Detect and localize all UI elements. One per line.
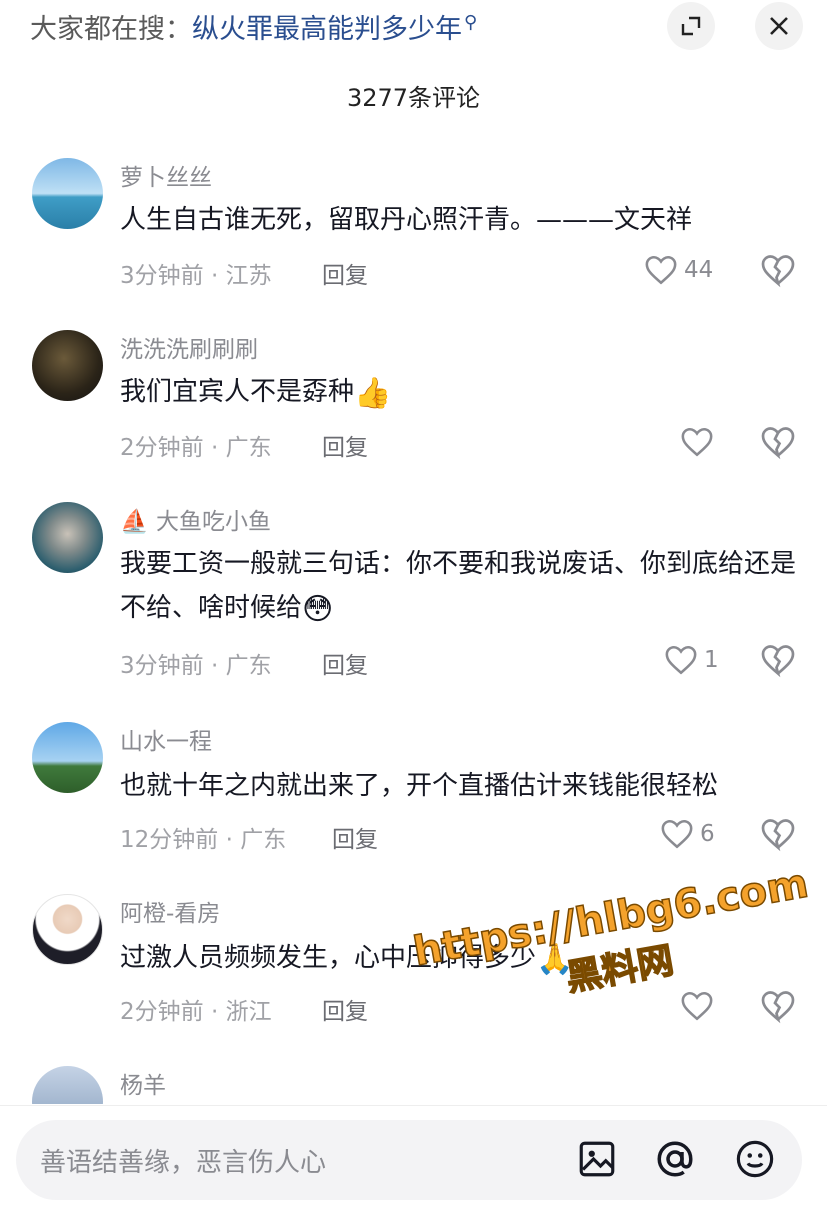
like-button[interactable] [680,424,714,460]
comment-username-text: 大鱼吃小鱼 [155,509,271,535]
comment-text: 也就十年之内就出来了，开个直播估计来钱能很轻松 [120,771,719,801]
comment-username[interactable]: 萝卜丝丝 [120,158,212,192]
comment-username[interactable]: 洗洗洗刷刷刷 [120,330,258,364]
comment-location: 江苏 [225,263,272,289]
comment-text-content: 我们宜宾人不是孬种 [120,377,355,407]
comment-username[interactable]: ⛵ 大鱼吃小鱼 [120,502,271,536]
heart-icon [661,819,693,849]
comment-text: 我们宜宾人不是孬种👍 [120,370,800,416]
avatar[interactable] [32,502,103,573]
comment-time: 12分钟前 [120,827,219,853]
avatar[interactable] [32,722,103,793]
comment-text: 人生自古谁无死，留取丹心照汗青。———文天祥 [120,205,693,235]
comment-time: 3分钟前 [120,263,204,289]
input-divider [0,1105,827,1106]
expand-button[interactable] [667,2,715,50]
broken-heart-icon[interactable] [760,252,796,288]
comment-meta: 2分钟前 · 广东 [120,435,272,461]
comment-meta: 3分钟前 · 江苏 [120,263,272,289]
reply-button[interactable]: 回复 [322,256,368,290]
heart-icon [681,427,713,457]
heart-icon [645,255,677,285]
sailboat-badge: ⛵ [120,509,149,535]
comment-time: 2分钟前 [120,999,204,1025]
comment-input-placeholder[interactable]: 善语结善缘，恶言伤人心 [40,1142,326,1179]
broken-heart-icon[interactable] [760,642,796,678]
like-button[interactable]: 6 [660,816,715,852]
broken-heart-icon[interactable] [760,816,796,852]
like-count: 44 [684,257,714,283]
expand-icon [681,16,701,36]
reply-button[interactable]: 回复 [322,428,368,462]
comment-meta: 2分钟前 · 浙江 [120,999,272,1025]
reply-button[interactable]: 回复 [332,820,378,854]
avatar[interactable] [32,158,103,229]
reply-button[interactable]: 回复 [322,992,368,1026]
comment-count-title: 3277条评论 [346,84,481,112]
close-button[interactable] [755,2,803,50]
comment-input-bar[interactable]: 善语结善缘，恶言伤人心 [16,1120,802,1200]
heart-icon [665,645,697,675]
search-prefix: 大家都在搜： [30,13,192,45]
search-query-text: 纵火罪最高能判多少年 [192,13,462,45]
comment-time: 3分钟前 [120,653,204,679]
comment-text-content: 我要工资一般就三句话：你不要和我说废话、你到底给还是不给、啥时候给 [120,549,797,623]
flushed-face-emoji: 😳 [302,592,334,627]
comment-text: 我要工资一般就三句话：你不要和我说废话、你到底给还是不给、啥时候给😳 [120,542,800,632]
comment-location: 广东 [225,653,272,679]
broken-heart-icon[interactable] [760,988,796,1024]
heart-icon [681,991,713,1021]
like-count: 1 [704,647,719,673]
comment-item: 杨羊 [0,1058,827,1104]
search-suggestion[interactable]: 大家都在搜： 纵火罪最高能判多少年 ⚲ [30,6,477,46]
like-button[interactable]: 1 [664,642,719,678]
like-button[interactable] [680,988,714,1024]
close-icon [770,17,788,35]
like-count: 6 [700,821,715,847]
thumbs-up-emoji: 👍 [354,376,392,411]
avatar[interactable] [32,1066,103,1104]
comment-location: 广东 [240,827,287,853]
broken-heart-icon[interactable] [760,424,796,460]
search-query-link[interactable]: 纵火罪最高能判多少年 ⚲ [192,7,477,46]
comment-location: 广东 [225,435,272,461]
emoji-icon[interactable] [734,1138,776,1180]
comment-meta: 12分钟前 · 广东 [120,827,287,853]
reply-button[interactable]: 回复 [322,646,368,680]
like-button[interactable]: 44 [644,252,713,288]
comment-time: 2分钟前 [120,435,204,461]
comment-location: 浙江 [225,999,272,1025]
avatar[interactable] [32,894,103,965]
comment-username[interactable]: 山水一程 [120,722,212,756]
avatar[interactable] [32,330,103,401]
comment-meta: 3分钟前 · 广东 [120,653,272,679]
comment-username[interactable]: 阿橙-看房 [120,894,220,928]
mention-icon[interactable] [654,1138,696,1180]
comment-username[interactable]: 杨羊 [120,1066,166,1100]
search-icon: ⚲ [464,11,478,33]
image-icon[interactable] [576,1138,618,1180]
